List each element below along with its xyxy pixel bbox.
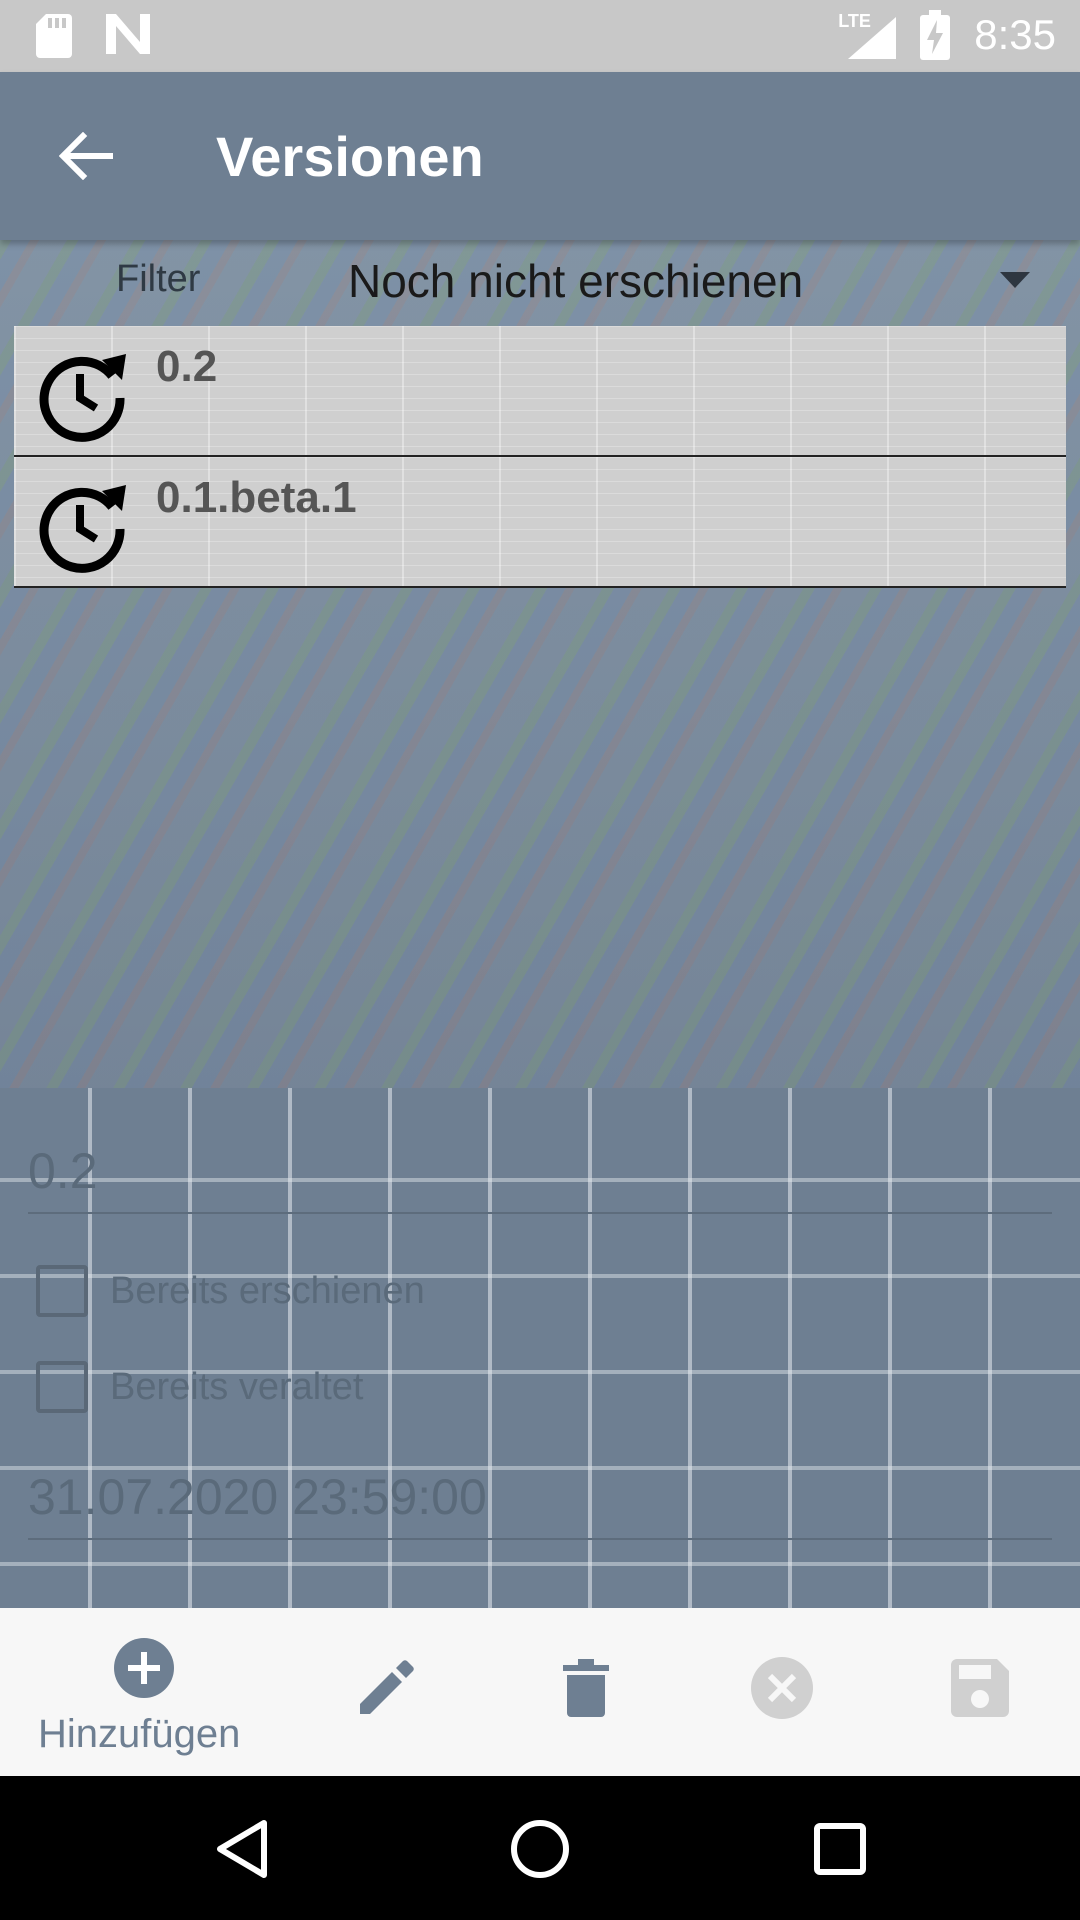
deprecated-label: Bereits veraltet <box>110 1365 364 1408</box>
version-label: 0.2 <box>156 342 218 391</box>
cancel-button[interactable] <box>722 1628 842 1748</box>
released-checkbox[interactable] <box>36 1265 88 1317</box>
square-recents-icon <box>814 1823 866 1875</box>
battery-charging-icon <box>920 10 951 60</box>
add-label: Hinzufügen <box>38 1712 241 1756</box>
list-item[interactable]: 0.2 <box>14 326 1066 457</box>
floppy-disk-icon <box>951 1659 1009 1717</box>
filter-label: Filter <box>116 258 201 300</box>
bottom-toolbar: Hinzufügen <box>0 1608 1080 1776</box>
triangle-back-icon <box>217 1820 267 1878</box>
add-button[interactable]: Hinzufügen <box>30 1638 260 1768</box>
delete-button[interactable] <box>526 1628 646 1748</box>
nav-home-button[interactable] <box>495 1804 585 1894</box>
version-name-value: 0.2 <box>28 1143 98 1199</box>
released-checkbox-row[interactable]: Bereits erschienen <box>36 1262 425 1320</box>
status-time: 8:35 <box>974 11 1056 58</box>
plus-circle-icon <box>114 1638 174 1698</box>
back-button[interactable] <box>46 116 126 196</box>
release-date-field[interactable]: 31.07.2020 23:59:00 <box>28 1454 1052 1540</box>
sd-card-icon <box>36 14 72 58</box>
detail-form: 0.2 Bereits erschienen Bereits veraltet … <box>0 1088 1080 1608</box>
nav-recents-button[interactable] <box>795 1804 885 1894</box>
navigation-bar <box>0 1776 1080 1920</box>
app-bar: Versionen <box>0 72 1080 240</box>
close-circle-icon <box>751 1657 813 1719</box>
pencil-icon <box>360 1660 414 1714</box>
clock-update-icon <box>39 485 126 573</box>
released-label: Bereits erschienen <box>110 1269 425 1312</box>
version-label: 0.1.beta.1 <box>156 473 357 522</box>
list-item[interactable]: 0.1.beta.1 <box>14 457 1066 588</box>
clock-update-icon <box>39 354 126 442</box>
n-logo-icon <box>106 14 150 54</box>
deprecated-checkbox-row[interactable]: Bereits veraltet <box>36 1358 363 1416</box>
circle-home-icon <box>511 1820 569 1878</box>
version-list: 0.2 0.1.beta.1 <box>14 326 1066 588</box>
signal-icon: LTE <box>838 11 897 59</box>
deprecated-checkbox[interactable] <box>36 1361 88 1413</box>
page-title: Versionen <box>216 125 484 188</box>
status-bar: LTE 8:35 <box>0 0 1080 72</box>
version-name-field[interactable]: 0.2 <box>28 1128 1052 1214</box>
filter-dropdown[interactable]: Noch nicht erschienen <box>348 250 1048 314</box>
edit-button[interactable] <box>326 1628 446 1748</box>
dropdown-arrow-icon <box>1000 272 1030 288</box>
filter-selected-value: Noch nicht erschienen <box>348 255 804 307</box>
save-button[interactable] <box>920 1628 1040 1748</box>
arrow-back-icon <box>59 132 113 180</box>
trash-icon <box>563 1659 609 1717</box>
release-date-value: 31.07.2020 23:59:00 <box>28 1469 487 1525</box>
nav-back-button[interactable] <box>196 1804 286 1894</box>
filter-row: Filter Noch nicht erschienen <box>0 240 1080 326</box>
